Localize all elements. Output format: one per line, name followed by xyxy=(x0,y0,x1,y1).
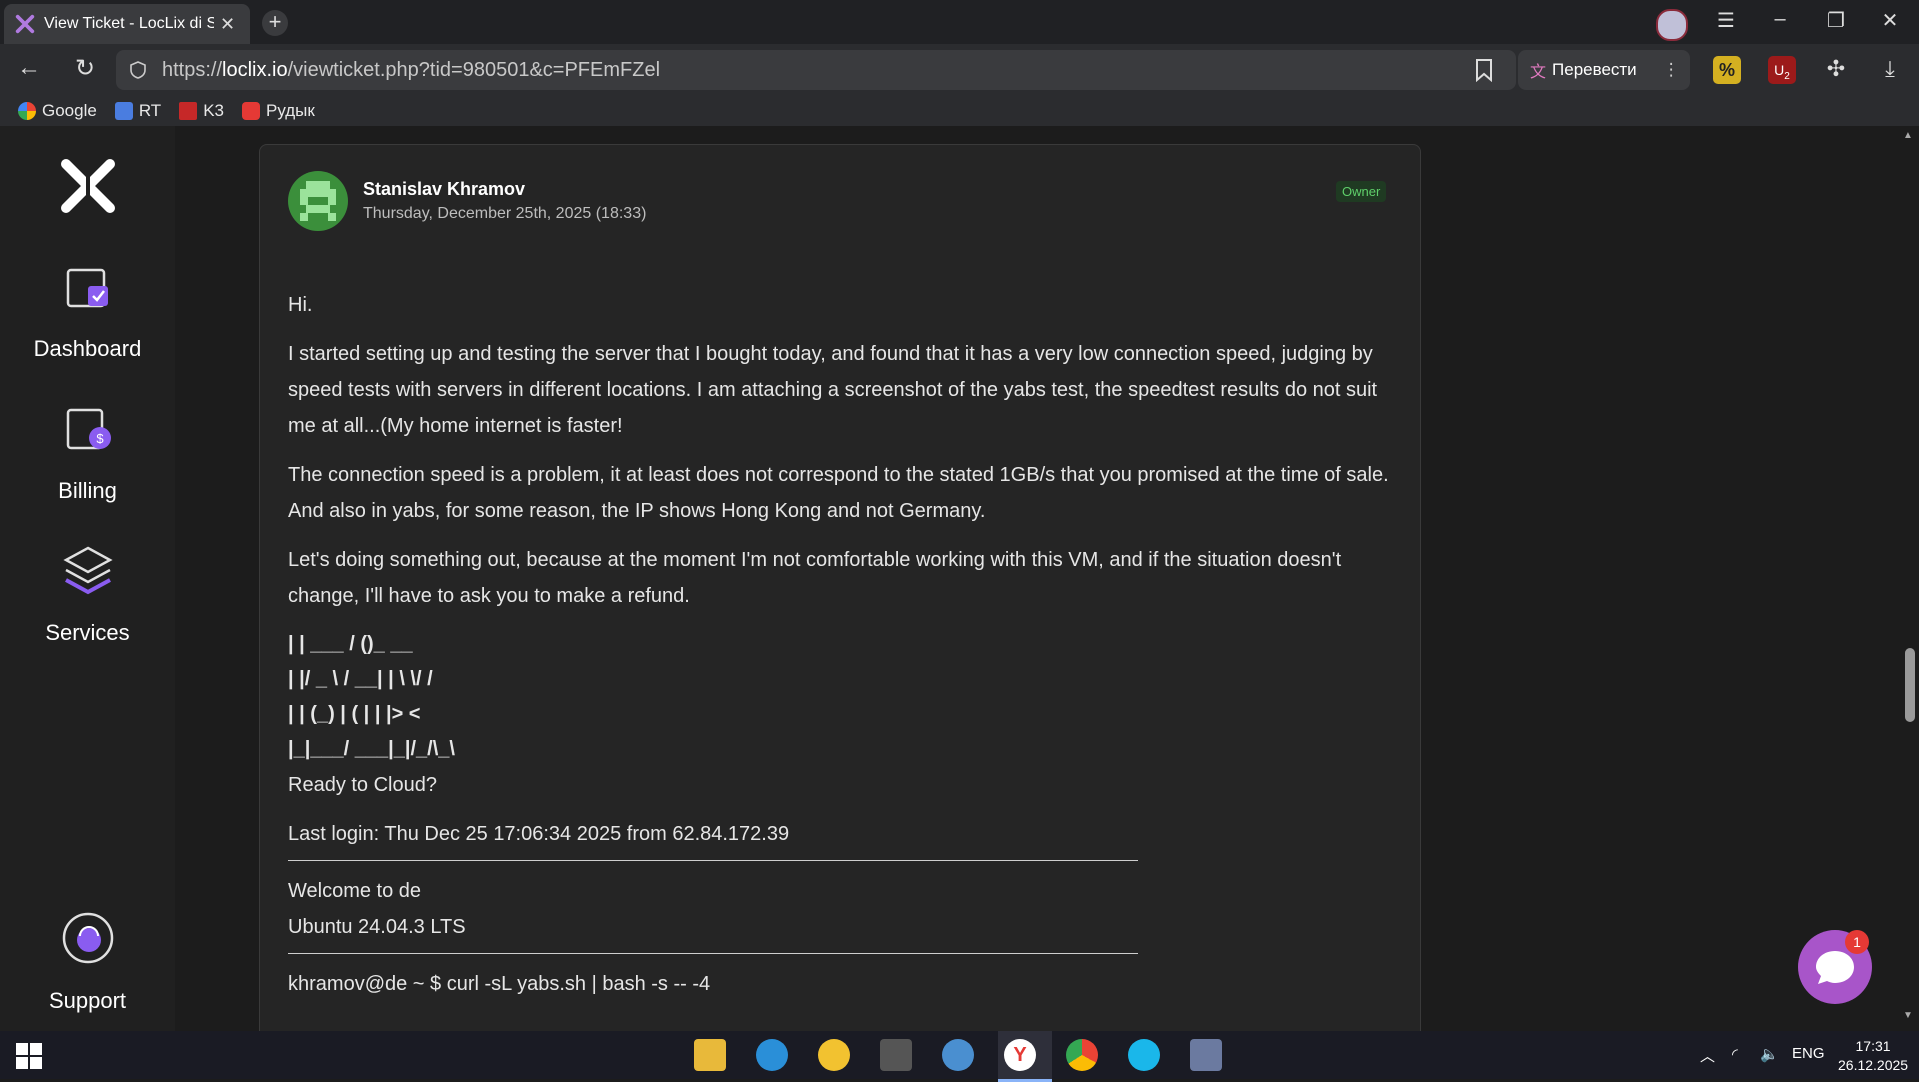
sidebar-item-support[interactable]: Support xyxy=(0,908,175,1014)
sidebar-item-label: Services xyxy=(45,620,130,645)
media-player-icon[interactable] xyxy=(942,1039,974,1071)
chrome-icon[interactable] xyxy=(1066,1039,1098,1071)
ascii-art-line: |_|___/ ___|_|/_/\_\ xyxy=(288,738,455,760)
translate-more-icon[interactable]: ⋮ xyxy=(1663,60,1680,80)
loclix-logo-icon[interactable] xyxy=(58,156,118,216)
youtube-icon xyxy=(241,102,260,120)
reload-icon[interactable]: ↻ xyxy=(68,54,102,83)
last-login-line: Last login: Thu Dec 25 17:06:34 2025 fro… xyxy=(288,823,790,845)
extensions-puzzle-icon[interactable]: ✣ xyxy=(1822,56,1850,84)
sidebar-item-dashboard[interactable]: Dashboard xyxy=(0,256,175,362)
reply-message: Hi. I started setting up and testing the… xyxy=(288,287,1398,1002)
scroll-up-icon[interactable]: ▲ xyxy=(1903,130,1913,141)
edge-icon[interactable] xyxy=(756,1039,788,1071)
ublock-extension-icon[interactable]: U2 xyxy=(1768,56,1796,84)
tab-title: View Ticket - LocLix di S xyxy=(44,15,214,32)
page-scrollbar[interactable]: ▲ ▼ xyxy=(1897,126,1919,1031)
reply-author: Stanislav Khramov xyxy=(363,179,526,199)
calculator-icon[interactable] xyxy=(880,1039,912,1071)
services-icon xyxy=(62,546,113,595)
scrollbar-thumb[interactable] xyxy=(1905,648,1915,722)
owner-badge: Owner xyxy=(1336,181,1387,202)
browser-tab-bar: View Ticket - LocLix di S ✕ + ☰ – ❐ ✕ xyxy=(0,0,1919,44)
sun-app-icon[interactable] xyxy=(818,1039,850,1071)
taskbar-clock[interactable]: 17:31 26.12.2025 xyxy=(1838,1037,1908,1075)
welcome-line: Welcome to de xyxy=(288,880,422,902)
windows-taskbar: Y ︿ ◜ 🔈 ENG 17:31 26.12.2025 xyxy=(0,1031,1919,1082)
message-paragraph: Let's doing something out, because at th… xyxy=(288,549,1342,607)
site-info-icon[interactable] xyxy=(128,60,148,80)
sidebar: Dashboard $ Billing Services Support xyxy=(0,126,175,1031)
yandex-browser-icon[interactable]: Y xyxy=(1004,1039,1036,1071)
billing-icon: $ xyxy=(66,408,111,450)
browser-toolbar: ← ↻ https://loclix.io/viewticket.php?tid… xyxy=(0,44,1919,96)
ready-line: Ready to Cloud? xyxy=(288,774,437,796)
clock-date: 26.12.2025 xyxy=(1838,1057,1909,1073)
bookmark-k3[interactable]: K3 xyxy=(179,101,224,121)
remote-desktop-icon[interactable] xyxy=(1190,1039,1222,1071)
sidebar-item-label: Billing xyxy=(58,478,117,503)
clock-time: 17:31 xyxy=(1855,1038,1891,1054)
command-line: khramov@de ~ $ curl -sL yabs.sh | bash -… xyxy=(288,973,711,995)
ticket-reply-card: Stanislav Khramov Thursday, December 25t… xyxy=(259,144,1421,1031)
ascii-art-line: | |/ _ \ / __| | \ \/ / xyxy=(288,668,433,690)
avatar xyxy=(288,171,348,231)
message-paragraph: I started setting up and testing the ser… xyxy=(288,343,1378,437)
reply-date: Thursday, December 25th, 2025 (18:33) xyxy=(363,205,647,222)
minimize-icon[interactable]: – xyxy=(1760,8,1800,31)
google-icon xyxy=(18,102,36,120)
message-paragraph: The connection speed is a problem, it at… xyxy=(288,464,1389,522)
translate-icon: 文 xyxy=(1530,64,1547,81)
bookmark-rudyk[interactable]: Рудык xyxy=(241,101,315,121)
svg-text:$: $ xyxy=(96,431,104,446)
sidebar-item-label: Dashboard xyxy=(33,336,142,361)
tray-chevron-icon[interactable]: ︿ xyxy=(1700,1045,1715,1066)
os-line: Ubuntu 24.04.3 LTS xyxy=(288,916,466,938)
k3-icon xyxy=(179,102,198,120)
url-text: https://loclix.io/viewticket.php?tid=980… xyxy=(162,58,661,81)
rt-icon xyxy=(114,102,133,120)
new-tab-button[interactable]: + xyxy=(262,10,288,36)
sidebar-item-billing[interactable]: $ Billing xyxy=(0,398,175,504)
divider xyxy=(288,860,1138,861)
close-window-icon[interactable]: ✕ xyxy=(1870,8,1910,33)
browser-tab[interactable]: View Ticket - LocLix di S ✕ xyxy=(4,4,250,44)
ascii-art-line: | | ___ / ()_ __ xyxy=(288,633,413,655)
message-paragraph: Hi. xyxy=(288,294,313,316)
chat-notification-badge: 1 xyxy=(1845,930,1869,954)
tab-close-icon[interactable]: ✕ xyxy=(220,14,235,35)
divider xyxy=(288,953,1138,954)
support-icon xyxy=(62,912,113,964)
windows-start-icon[interactable] xyxy=(16,1043,42,1069)
address-bar[interactable]: https://loclix.io/viewticket.php?tid=980… xyxy=(116,50,1516,90)
back-icon[interactable]: ← xyxy=(12,54,46,82)
translate-label: Перевести xyxy=(1552,60,1637,79)
dashboard-icon xyxy=(66,268,108,308)
percent-extension-icon[interactable]: % xyxy=(1713,56,1741,84)
scroll-down-icon[interactable]: ▼ xyxy=(1903,1010,1913,1021)
restore-icon[interactable]: ❐ xyxy=(1816,8,1856,33)
bookmark-rt[interactable]: RT xyxy=(114,101,161,121)
ascii-art-line: | | (_) | ( | | |> < xyxy=(288,703,421,725)
menu-icon[interactable]: ☰ xyxy=(1706,8,1746,33)
loclix-favicon-icon xyxy=(15,14,35,34)
file-explorer-icon[interactable] xyxy=(694,1039,726,1071)
avatar-icon xyxy=(300,181,336,221)
bookmark-google[interactable]: Google xyxy=(18,101,97,121)
bookmark-icon[interactable] xyxy=(1474,58,1494,82)
profile-avatar[interactable] xyxy=(1656,9,1688,41)
volume-icon[interactable]: 🔈 xyxy=(1760,1045,1779,1063)
sidebar-item-services[interactable]: Services xyxy=(0,540,175,646)
network-icon[interactable]: ◜ xyxy=(1732,1045,1738,1063)
sidebar-item-label: Support xyxy=(48,988,127,1013)
vimeo-app-icon[interactable] xyxy=(1128,1039,1160,1071)
language-indicator[interactable]: ENG xyxy=(1792,1045,1825,1062)
downloads-icon[interactable]: ⤓ xyxy=(1876,56,1904,84)
main-content: Stanislav Khramov Thursday, December 25t… xyxy=(175,126,1897,1031)
bookmarks-bar: Google RT K3 Рудык xyxy=(0,96,1919,126)
translate-button[interactable]: 文 Перевести ⋮ xyxy=(1518,50,1690,90)
